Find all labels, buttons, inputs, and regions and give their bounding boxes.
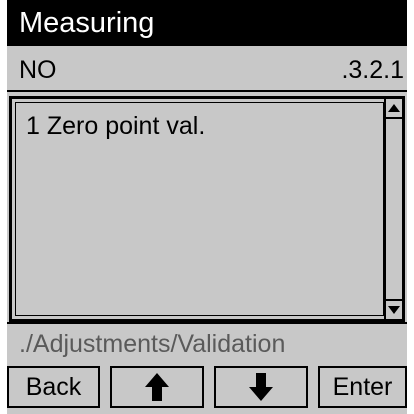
menu-list: 1 Zero point val. bbox=[9, 96, 405, 322]
up-button[interactable] bbox=[110, 366, 204, 408]
enter-button[interactable]: Enter bbox=[318, 366, 407, 408]
back-button-label: Back bbox=[25, 372, 82, 401]
down-arrow-icon bbox=[249, 373, 273, 401]
scroll-down-button[interactable] bbox=[386, 299, 402, 319]
triangle-up-icon bbox=[388, 104, 400, 112]
menu-path: ./Adjustments/Validation bbox=[7, 322, 407, 364]
scroll-up-button[interactable] bbox=[386, 99, 402, 119]
menu-number: .3.2.1 bbox=[341, 56, 404, 84]
device-display: Measuring NO .3.2.1 1 Zero point val. ./… bbox=[7, 0, 407, 414]
title-bar: Measuring bbox=[7, 0, 407, 46]
component-label: NO bbox=[19, 56, 57, 84]
back-button[interactable]: Back bbox=[7, 366, 100, 408]
down-button[interactable] bbox=[214, 366, 308, 408]
screen-title: Measuring bbox=[19, 7, 155, 39]
softkey-bar: Back Enter bbox=[7, 364, 407, 412]
triangle-down-icon bbox=[388, 306, 400, 314]
enter-button-label: Enter bbox=[332, 372, 393, 401]
up-arrow-icon bbox=[145, 373, 169, 401]
scrollbar[interactable] bbox=[384, 99, 402, 319]
list-item[interactable]: 1 Zero point val. bbox=[26, 111, 205, 141]
list-area: 1 Zero point val. bbox=[15, 102, 384, 316]
header-row: NO .3.2.1 bbox=[7, 46, 407, 92]
